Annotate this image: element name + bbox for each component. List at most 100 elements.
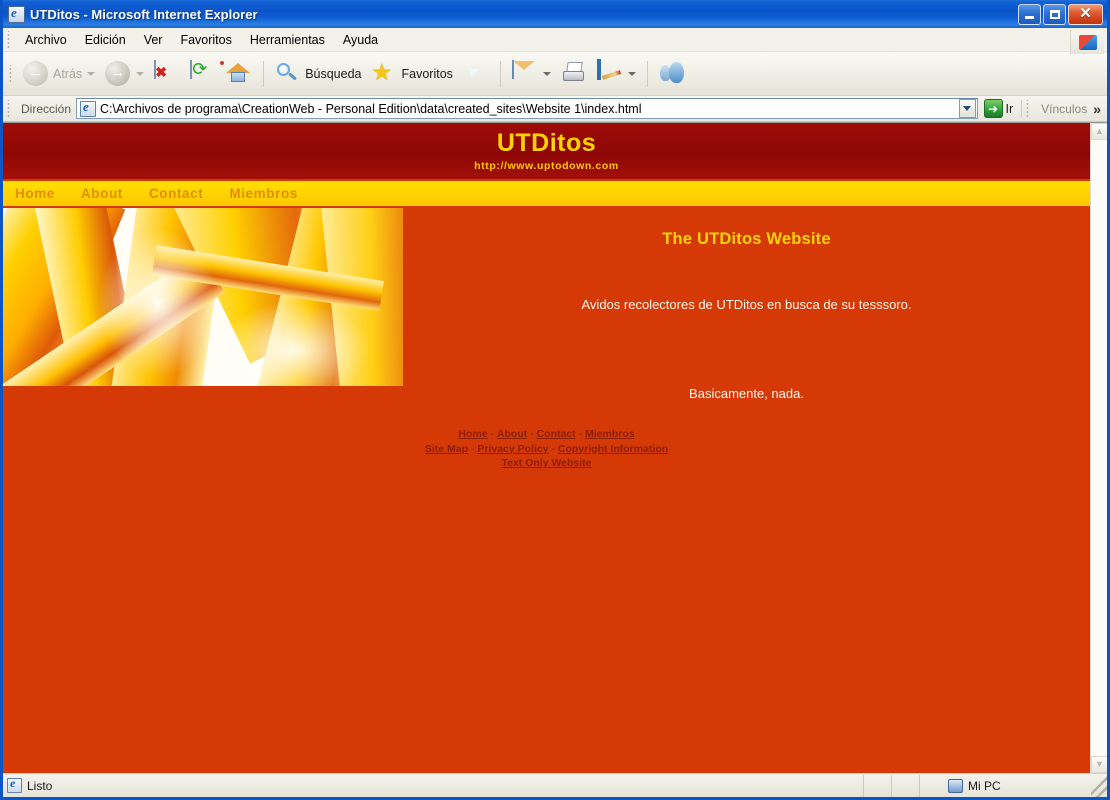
restore-icon bbox=[1049, 9, 1060, 19]
forward-arrow-icon: → bbox=[105, 60, 131, 87]
footer-row-legal: Site Map - Privacy Policy - Copyright In… bbox=[3, 442, 1090, 457]
site-navigation: Home About Contact Miembros bbox=[3, 181, 1090, 208]
ie-brand-logo bbox=[1070, 30, 1104, 54]
site-footer: Home - About - Contact - Miembros Site M… bbox=[3, 427, 1090, 471]
footer-link-text-only-website[interactable]: Text Only Website bbox=[501, 457, 591, 469]
window-title: UTDitos - Microsoft Internet Explorer bbox=[30, 6, 258, 22]
footer-row-text-only: Text Only Website bbox=[3, 456, 1090, 471]
address-label: Dirección bbox=[21, 101, 72, 116]
content-area: The UTDitos Website Avidos recolectores … bbox=[3, 208, 1090, 401]
search-button[interactable]: Búsqueda bbox=[270, 56, 366, 92]
status-message-area: Listo bbox=[3, 776, 863, 793]
mail-button[interactable] bbox=[507, 56, 556, 92]
go-button[interactable]: ➜ Ir bbox=[982, 99, 1022, 118]
menu-item-herramientas[interactable]: Herramientas bbox=[241, 30, 334, 50]
forward-dropdown-icon[interactable] bbox=[136, 71, 145, 76]
status-cell-2 bbox=[891, 774, 919, 797]
links-toolbar[interactable]: Vínculos » bbox=[1021, 99, 1107, 118]
minimize-icon bbox=[1025, 16, 1034, 19]
footer-separator: - bbox=[527, 428, 537, 440]
chevron-down-icon: ▼ bbox=[1095, 759, 1104, 769]
scroll-up-button[interactable]: ▲ bbox=[1091, 123, 1107, 140]
history-icon bbox=[463, 61, 489, 87]
messenger-icon bbox=[659, 61, 685, 87]
stop-button[interactable]: ✖ bbox=[149, 56, 185, 92]
footer-link-contact[interactable]: Contact bbox=[537, 428, 576, 440]
menu-bar: Archivo Edición Ver Favoritos Herramient… bbox=[3, 28, 1107, 52]
links-label: Vínculos bbox=[1041, 101, 1088, 116]
star-icon: ★ bbox=[371, 58, 393, 85]
search-label: Búsqueda bbox=[305, 66, 362, 81]
paragraph-secondary: Basicamente, nada. bbox=[689, 386, 804, 401]
back-button[interactable]: ← Atrás bbox=[18, 56, 100, 92]
toolbar-overflow-icon[interactable]: » bbox=[1093, 101, 1107, 117]
history-button[interactable] bbox=[458, 56, 494, 92]
footer-link-privacy-policy[interactable]: Privacy Policy bbox=[477, 443, 548, 455]
footer-row-primary: Home - About - Contact - Miembros bbox=[3, 427, 1090, 442]
menu-item-favoritos[interactable]: Favoritos bbox=[171, 30, 240, 50]
window-icon bbox=[8, 5, 25, 23]
menu-item-ayuda[interactable]: Ayuda bbox=[334, 30, 387, 50]
paragraph-intro: Avidos recolectores de UTDitos en busca … bbox=[581, 297, 912, 312]
edit-button[interactable] bbox=[592, 56, 641, 92]
menu-gripper[interactable] bbox=[5, 30, 13, 49]
footer-link-about[interactable]: About bbox=[497, 428, 527, 440]
refresh-button[interactable] bbox=[185, 56, 221, 92]
footer-link-site-map[interactable]: Site Map bbox=[425, 443, 468, 455]
title-bar: UTDitos - Microsoft Internet Explorer ✕ bbox=[3, 0, 1107, 28]
footer-link-miembros[interactable]: Miembros bbox=[585, 428, 635, 440]
menu-item-edicion[interactable]: Edición bbox=[76, 30, 135, 50]
toolbar-separator bbox=[263, 60, 265, 87]
search-icon bbox=[275, 61, 301, 87]
status-text: Listo bbox=[27, 778, 53, 793]
go-label: Ir bbox=[1005, 101, 1014, 116]
site-title: UTDitos bbox=[496, 129, 597, 158]
browser-window: UTDitos - Microsoft Internet Explorer ✕ … bbox=[0, 0, 1110, 800]
edit-page-icon bbox=[596, 58, 623, 87]
footer-separator: - bbox=[548, 442, 558, 455]
windows-flag-icon bbox=[1078, 34, 1097, 50]
page-icon bbox=[80, 99, 97, 117]
nav-link-about[interactable]: About bbox=[81, 186, 123, 201]
mail-dropdown-icon[interactable] bbox=[542, 71, 551, 76]
footer-link-copyright-information[interactable]: Copyright Information bbox=[558, 443, 668, 455]
close-button[interactable]: ✕ bbox=[1068, 3, 1103, 25]
security-zone[interactable]: Mi PC bbox=[919, 774, 1091, 797]
restore-button[interactable] bbox=[1043, 3, 1066, 25]
address-gripper[interactable] bbox=[5, 99, 13, 118]
footer-link-home[interactable]: Home bbox=[458, 428, 487, 440]
menu-item-ver[interactable]: Ver bbox=[135, 30, 172, 50]
mail-icon bbox=[511, 59, 538, 87]
site-banner: UTDitos http://www.uptodown.com bbox=[3, 123, 1090, 181]
back-dropdown-icon[interactable] bbox=[87, 71, 96, 76]
chevron-up-icon: ▲ bbox=[1095, 126, 1104, 136]
nav-link-home[interactable]: Home bbox=[15, 186, 55, 201]
menu-item-archivo[interactable]: Archivo bbox=[16, 30, 76, 50]
home-icon bbox=[220, 60, 252, 87]
toolbar-gripper[interactable] bbox=[7, 64, 15, 83]
address-dropdown-button[interactable] bbox=[958, 99, 976, 118]
vertical-scrollbar[interactable]: ▲ ▼ bbox=[1090, 123, 1107, 773]
footer-separator: - bbox=[575, 428, 586, 440]
window-resize-grip[interactable] bbox=[1091, 774, 1107, 797]
scrollbar-track[interactable] bbox=[1091, 140, 1107, 756]
nav-link-miembros[interactable]: Miembros bbox=[229, 186, 298, 201]
edit-dropdown-icon[interactable] bbox=[627, 71, 636, 76]
links-gripper[interactable] bbox=[1024, 99, 1033, 118]
forward-button[interactable]: → bbox=[100, 56, 149, 92]
footer-separator: - bbox=[487, 428, 497, 440]
main-content-column: The UTDitos Website Avidos recolectores … bbox=[403, 208, 1090, 401]
nav-link-contact[interactable]: Contact bbox=[149, 186, 203, 201]
toolbar: ← Atrás → ✖ Búsqueda ★ Fa bbox=[3, 52, 1107, 96]
address-input[interactable]: C:\Archivos de programa\CreationWeb - Pe… bbox=[76, 98, 978, 119]
minimize-button[interactable] bbox=[1018, 3, 1041, 25]
address-bar: Dirección C:\Archivos de programa\Creati… bbox=[3, 96, 1107, 122]
footer-separator: - bbox=[468, 442, 478, 455]
favorites-button[interactable]: ★ Favoritos bbox=[367, 56, 458, 92]
back-arrow-icon: ← bbox=[23, 60, 49, 87]
messenger-button[interactable] bbox=[654, 56, 690, 92]
print-button[interactable] bbox=[556, 56, 592, 92]
status-page-icon bbox=[7, 776, 22, 793]
scroll-down-button[interactable]: ▼ bbox=[1091, 756, 1107, 773]
home-button[interactable] bbox=[220, 56, 257, 92]
